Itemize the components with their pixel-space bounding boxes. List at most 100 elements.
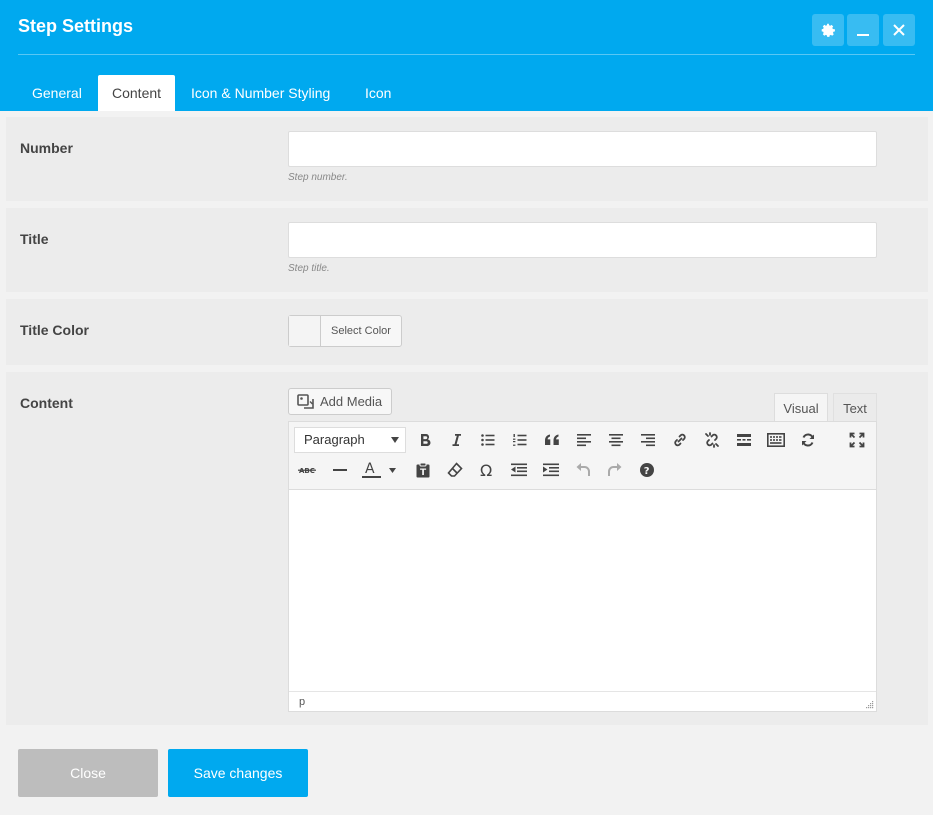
tab-content[interactable]: Content xyxy=(98,75,176,111)
italic-button[interactable] xyxy=(443,427,469,453)
save-changes-button[interactable]: Save changes xyxy=(168,749,308,797)
close-button[interactable]: Close xyxy=(18,749,158,797)
unlink-button[interactable] xyxy=(699,427,725,453)
title-row: Title Step title. xyxy=(6,208,928,292)
special-character-button[interactable]: Ω xyxy=(474,457,500,483)
title-input[interactable] xyxy=(288,222,877,258)
fullscreen-button[interactable] xyxy=(844,427,870,453)
color-picker-button[interactable]: Select Color xyxy=(288,315,402,347)
title-color-label: Title Color xyxy=(20,322,89,338)
minimize-icon xyxy=(857,34,869,36)
link-button[interactable] xyxy=(667,427,693,453)
redo-button[interactable] xyxy=(602,457,628,483)
resize-handle-icon[interactable] xyxy=(864,699,874,709)
editor-content-area[interactable] xyxy=(289,491,876,691)
svg-text:ABC: ABC xyxy=(299,467,315,475)
special-character-icon: Ω xyxy=(480,462,492,478)
paste-text-button[interactable]: T xyxy=(410,457,436,483)
align-right-button[interactable] xyxy=(635,427,661,453)
horizontal-rule-button[interactable] xyxy=(327,457,353,483)
title-color-row: Title Color Select Color xyxy=(6,299,928,365)
outdent-button[interactable] xyxy=(506,457,532,483)
numbered-list-icon xyxy=(513,434,527,446)
editor-statusbar: p xyxy=(289,691,876,711)
align-left-icon xyxy=(577,434,591,447)
dropdown-arrow-icon xyxy=(391,437,399,443)
toolbar-toggle-icon xyxy=(767,433,785,447)
editor-toolbar: Paragraph ABC A T Ω ? xyxy=(289,422,876,490)
dialog-header: Step Settings General Content Icon & Num… xyxy=(0,0,933,111)
gear-icon xyxy=(821,23,835,37)
align-right-icon xyxy=(641,434,655,447)
tab-icon[interactable]: Icon xyxy=(351,75,405,111)
toolbar-toggle-button[interactable] xyxy=(763,427,789,453)
element-path[interactable]: p xyxy=(299,696,305,708)
number-label: Number xyxy=(20,140,73,156)
content-row: Content Add Media Visual Text Paragraph xyxy=(6,372,928,725)
close-dialog-button[interactable] xyxy=(883,14,915,46)
format-select-value: Paragraph xyxy=(304,432,365,447)
indent-icon xyxy=(543,463,559,477)
indent-button[interactable] xyxy=(538,457,564,483)
settings-button[interactable] xyxy=(812,14,844,46)
svg-text:?: ? xyxy=(644,466,650,477)
fullscreen-icon xyxy=(849,432,865,448)
dialog-title: Step Settings xyxy=(18,16,134,36)
select-color-label: Select Color xyxy=(331,325,391,337)
editor-tab-visual[interactable]: Visual xyxy=(774,393,828,422)
redo-icon xyxy=(608,463,622,476)
link-icon xyxy=(674,433,686,447)
number-row: Number Step number. xyxy=(6,117,928,201)
blockquote-button[interactable] xyxy=(539,427,565,453)
svg-text:Ω: Ω xyxy=(480,462,492,478)
clear-formatting-button[interactable] xyxy=(442,457,468,483)
title-label: Title xyxy=(20,231,49,247)
close-icon xyxy=(893,24,905,36)
tab-icon-number-styling[interactable]: Icon & Number Styling xyxy=(177,75,344,111)
strikethrough-icon: ABC xyxy=(298,467,316,475)
bold-icon xyxy=(421,434,431,447)
editor-tab-text[interactable]: Text xyxy=(833,393,877,422)
help-button[interactable]: ? xyxy=(634,457,660,483)
align-center-button[interactable] xyxy=(603,427,629,453)
horizontal-rule-icon xyxy=(333,469,347,471)
outdent-icon xyxy=(511,463,527,477)
refresh-button[interactable] xyxy=(795,427,821,453)
strikethrough-button[interactable]: ABC xyxy=(294,457,320,483)
paragraph-format-select[interactable]: Paragraph xyxy=(294,427,406,453)
rich-text-editor: Paragraph ABC A T Ω ? p xyxy=(288,421,877,712)
svg-text:A: A xyxy=(365,461,375,477)
number-hint: Step number. xyxy=(288,172,348,183)
minimize-button[interactable] xyxy=(847,14,879,46)
text-color-icon: A xyxy=(362,461,396,478)
content-label: Content xyxy=(20,395,73,411)
bullet-list-button[interactable] xyxy=(475,427,501,453)
numbered-list-button[interactable] xyxy=(507,427,533,453)
align-center-icon xyxy=(609,434,623,447)
tab-general[interactable]: General xyxy=(18,75,96,111)
clear-formatting-icon xyxy=(447,462,463,477)
undo-icon xyxy=(576,463,590,476)
svg-text:T: T xyxy=(420,468,427,478)
media-icon xyxy=(297,393,314,409)
text-color-button[interactable]: A xyxy=(359,457,401,483)
undo-button[interactable] xyxy=(570,457,596,483)
blockquote-icon xyxy=(545,434,559,445)
header-divider xyxy=(18,54,915,55)
italic-icon xyxy=(452,434,461,446)
unlink-icon xyxy=(705,432,719,448)
read-more-button[interactable] xyxy=(731,427,757,453)
bold-button[interactable] xyxy=(412,427,438,453)
number-input[interactable] xyxy=(288,131,877,167)
help-icon: ? xyxy=(640,463,654,477)
refresh-icon xyxy=(802,433,814,447)
add-media-label: Add Media xyxy=(320,394,383,409)
align-left-button[interactable] xyxy=(571,427,597,453)
read-more-icon xyxy=(737,434,751,446)
paste-text-icon: T xyxy=(416,462,430,478)
add-media-button[interactable]: Add Media xyxy=(288,388,392,415)
color-swatch[interactable] xyxy=(289,316,321,346)
bullet-list-icon xyxy=(481,434,495,446)
title-hint: Step title. xyxy=(288,263,330,274)
dialog-footer: Close Save changes xyxy=(0,731,933,815)
